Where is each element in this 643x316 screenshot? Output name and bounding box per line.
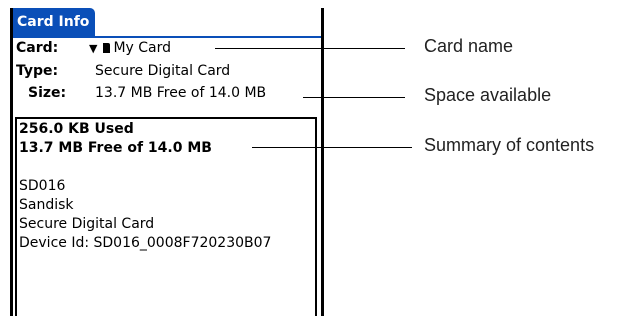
callout-card-name: Card name: [424, 36, 514, 56]
content-line: Secure Digital Card: [19, 216, 155, 232]
size-value: 13.7 MB Free of 14.0 MB: [95, 85, 267, 101]
window-title: Card Info: [13, 8, 96, 36]
content-line: SD016: [19, 178, 66, 194]
card-info-screen: Card Info Card: ▼ My Card Type: Secure Di…: [10, 8, 324, 316]
card-name-picker[interactable]: ▼ My Card: [89, 37, 171, 60]
callout-space-available: Space available: [424, 85, 552, 105]
title-bar: Card Info: [13, 8, 321, 38]
used-summary: 256.0 KB Used: [19, 121, 134, 137]
space-available-leader-line: [303, 97, 405, 98]
card-label: Card:: [16, 40, 59, 56]
content-line: Device Id: SD016_0008F720230B07: [19, 235, 272, 251]
type-row: Type: Secure Digital Card: [15, 60, 315, 82]
type-value: Secure Digital Card: [95, 63, 231, 79]
summary-leader-line: [252, 147, 412, 148]
card-name-value: My Card: [113, 40, 172, 56]
dropdown-arrow-icon: ▼: [89, 42, 98, 55]
size-row: Size: 13.7 MB Free of 14.0 MB: [15, 82, 315, 104]
sd-card-icon: [103, 43, 111, 53]
size-label: Size:: [28, 85, 67, 101]
type-label: Type:: [16, 63, 59, 79]
card-name-leader-line: [215, 48, 405, 49]
free-summary: 13.7 MB Free of 14.0 MB: [19, 140, 212, 156]
content-line: Sandisk: [19, 197, 74, 213]
callout-summary: Summary of contents: [424, 135, 595, 155]
